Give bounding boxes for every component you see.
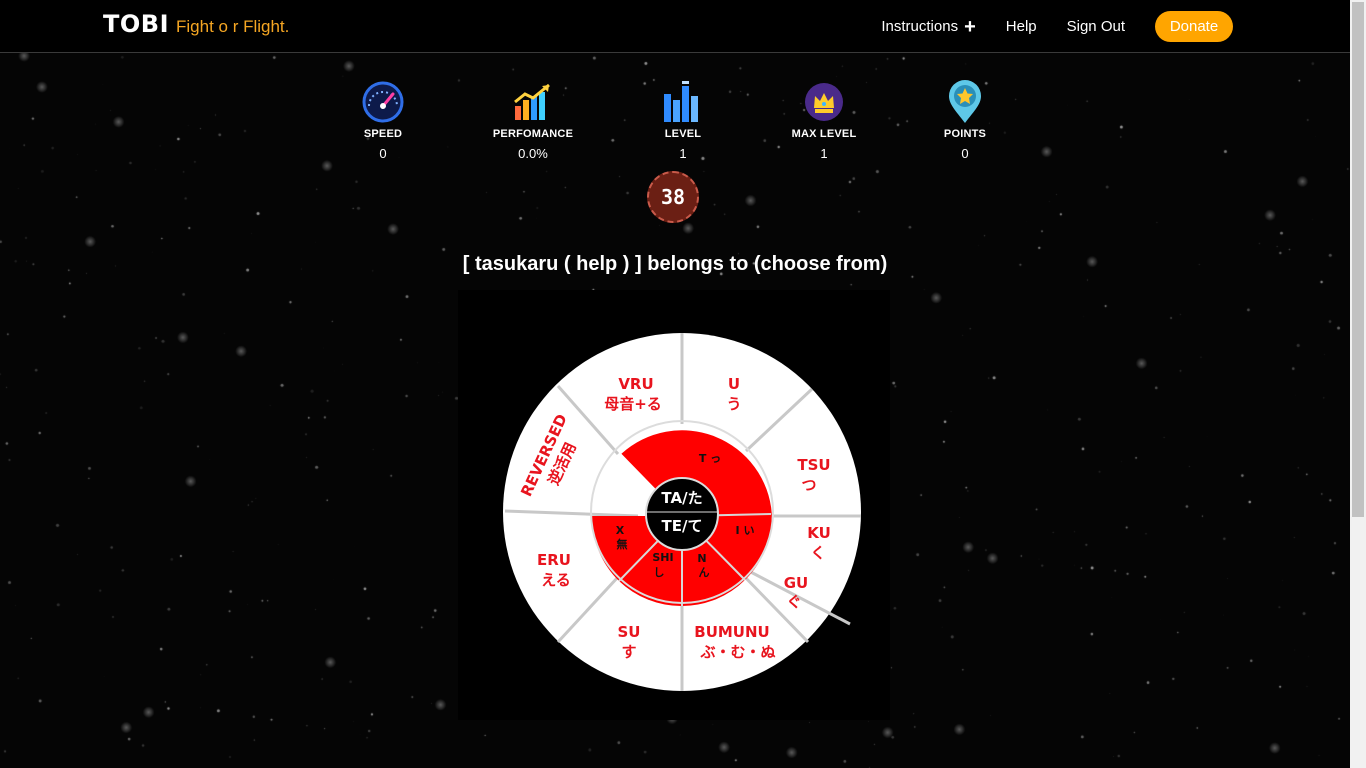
outer-label-ku-1[interactable]: KU [807, 524, 831, 542]
inner-label-i: I い [736, 524, 755, 537]
stat-performance-label: PERFOMANCE [492, 128, 574, 140]
inner-label-shi-1: SHI [652, 551, 673, 564]
outer-label-tsu-2[interactable]: つ [801, 476, 816, 494]
outer-label-u-1[interactable]: U [728, 375, 740, 393]
choice-wheel: TA/た TE/て U う TSU つ KU く GU ぐ BUMUNU ぶ・む… [503, 333, 861, 691]
question-prompt: [ tasukaru ( help ) ] belongs to (choose… [462, 253, 888, 275]
top-navbar: TOBI Fight o r Flight. Instructions + He… [0, 0, 1350, 53]
stat-max-level-label: MAX LEVEL [791, 128, 857, 140]
nav-menu: Instructions + Help Sign Out Donate [851, 11, 1233, 42]
vertical-scrollbar[interactable] [1350, 0, 1366, 768]
stats-panel: SPEED 0 PERFOMANCE 0.0% LEVEL 1 MAX LEVE… [0, 80, 1350, 170]
outer-label-gu-2[interactable]: ぐ [786, 593, 801, 611]
stat-points-label: POINTS [943, 128, 987, 140]
outer-label-su-2[interactable]: す [621, 643, 636, 661]
inner-label-x-2: 無 [617, 537, 628, 551]
outer-label-vru-2[interactable]: 母音+る [604, 395, 662, 413]
scrollbar-thumb[interactable] [1352, 2, 1364, 517]
choice-wheel-panel: TA/た TE/て U う TSU つ KU く GU ぐ BUMUNU ぶ・む… [458, 290, 890, 720]
stat-max-level: MAX LEVEL 1 [754, 80, 894, 161]
stat-speed-label: SPEED [363, 128, 403, 140]
outer-label-bumunu-2[interactable]: ぶ・む・ぬ [699, 643, 775, 661]
outer-label-bumunu-1[interactable]: BUMUNU [694, 623, 769, 641]
inner-label-t: T っ [699, 452, 721, 465]
inner-label-x-1: X [616, 524, 625, 537]
outer-label-eru-2[interactable]: える [541, 571, 571, 589]
inner-label-n-2: ん [699, 566, 710, 579]
donate-button[interactable]: Donate [1155, 11, 1233, 42]
center-label-ta: TA/た [661, 489, 702, 507]
outer-label-gu-1[interactable]: GU [784, 574, 809, 592]
nav-help[interactable]: Help [1006, 11, 1037, 42]
outer-label-tsu-1[interactable]: TSU [797, 456, 830, 474]
outer-label-su-1[interactable]: SU [618, 623, 641, 641]
growth-chart-icon [511, 80, 555, 124]
inner-label-n-1: N [697, 552, 706, 565]
outer-label-ku-2[interactable]: く [810, 544, 825, 562]
nav-help-label: Help [1005, 18, 1037, 35]
nav-sign-out-label: Sign Out [1066, 18, 1125, 35]
stat-speed: SPEED 0 [313, 80, 453, 161]
plus-icon: + [964, 15, 976, 38]
outer-label-eru-1[interactable]: ERU [537, 551, 571, 569]
inner-label-shi-2: し [654, 566, 665, 579]
stat-level: LEVEL 1 [613, 80, 753, 161]
brand-tagline: Fight o r Flight. [176, 17, 290, 36]
speedometer-icon [361, 80, 405, 124]
level-bars-icon [661, 80, 705, 124]
stat-points: POINTS 0 [895, 80, 1035, 161]
stat-max-level-value: 1 [820, 146, 828, 161]
stat-speed-value: 0 [379, 146, 387, 161]
stat-level-label: LEVEL [664, 128, 702, 140]
outer-label-u-2[interactable]: う [726, 395, 741, 413]
crown-badge-icon [802, 80, 846, 124]
brand-logo: TOBI [103, 10, 169, 38]
stat-performance: PERFOMANCE 0.0% [463, 80, 603, 161]
nav-instructions[interactable]: Instructions + [881, 11, 975, 42]
nav-instructions-label: Instructions [881, 18, 959, 35]
countdown-timer: 38 [647, 171, 699, 223]
nav-sign-out[interactable]: Sign Out [1067, 11, 1125, 42]
brand[interactable]: TOBI Fight o r Flight. [103, 10, 289, 38]
outer-label-vru-1[interactable]: VRU [618, 375, 653, 393]
stat-performance-value: 0.0% [518, 146, 548, 161]
center-label-te: TE/て [662, 517, 703, 535]
star-pin-icon [943, 80, 987, 124]
stat-points-value: 0 [961, 146, 969, 161]
stat-level-value: 1 [679, 146, 687, 161]
